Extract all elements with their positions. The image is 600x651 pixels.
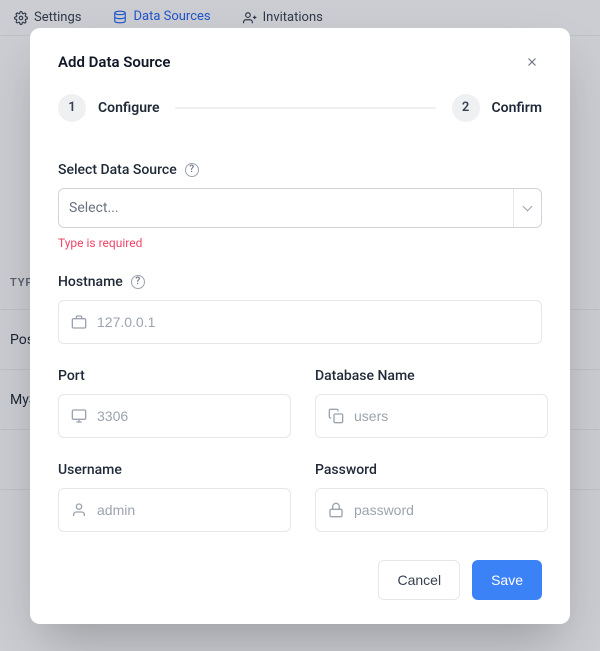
cancel-button[interactable]: Cancel xyxy=(378,560,460,600)
username-input[interactable] xyxy=(97,502,278,518)
help-icon[interactable]: ? xyxy=(185,163,199,177)
modal-overlay: Add Data Source 1 Configure 2 Confirm Se… xyxy=(0,0,600,651)
close-button[interactable] xyxy=(522,52,542,72)
copy-icon xyxy=(328,408,344,424)
select-placeholder: Select... xyxy=(69,200,119,216)
dbname-input[interactable] xyxy=(354,408,535,424)
dbname-label: Database Name xyxy=(315,368,415,384)
port-input[interactable] xyxy=(97,408,278,424)
chevron-down-icon xyxy=(513,189,531,227)
save-button[interactable]: Save xyxy=(472,560,542,600)
username-label: Username xyxy=(58,462,122,478)
port-label: Port xyxy=(58,368,85,384)
modal-title: Add Data Source xyxy=(58,53,170,71)
stepper: 1 Configure 2 Confirm xyxy=(58,94,542,122)
lock-icon xyxy=(328,502,344,518)
monitor-icon xyxy=(71,408,87,424)
step-label: Configure xyxy=(98,100,159,116)
password-label: Password xyxy=(315,462,377,478)
help-icon[interactable]: ? xyxy=(131,275,145,289)
step-confirm[interactable]: 2 Confirm xyxy=(452,94,542,122)
select-error-message: Type is required xyxy=(58,236,542,250)
step-number: 2 xyxy=(452,94,480,122)
briefcase-icon xyxy=(71,314,87,330)
step-label: Confirm xyxy=(492,100,542,116)
step-configure[interactable]: 1 Configure xyxy=(58,94,159,122)
user-icon xyxy=(71,502,87,518)
hostname-input[interactable] xyxy=(97,314,529,330)
add-data-source-modal: Add Data Source 1 Configure 2 Confirm Se… xyxy=(30,28,570,624)
hostname-label: Hostname xyxy=(58,274,123,290)
data-source-select[interactable]: Select... xyxy=(58,188,542,228)
close-icon xyxy=(525,55,539,69)
password-input[interactable] xyxy=(354,502,535,518)
step-number: 1 xyxy=(58,94,86,122)
step-connector xyxy=(175,107,435,109)
select-data-source-label: Select Data Source xyxy=(58,162,177,178)
